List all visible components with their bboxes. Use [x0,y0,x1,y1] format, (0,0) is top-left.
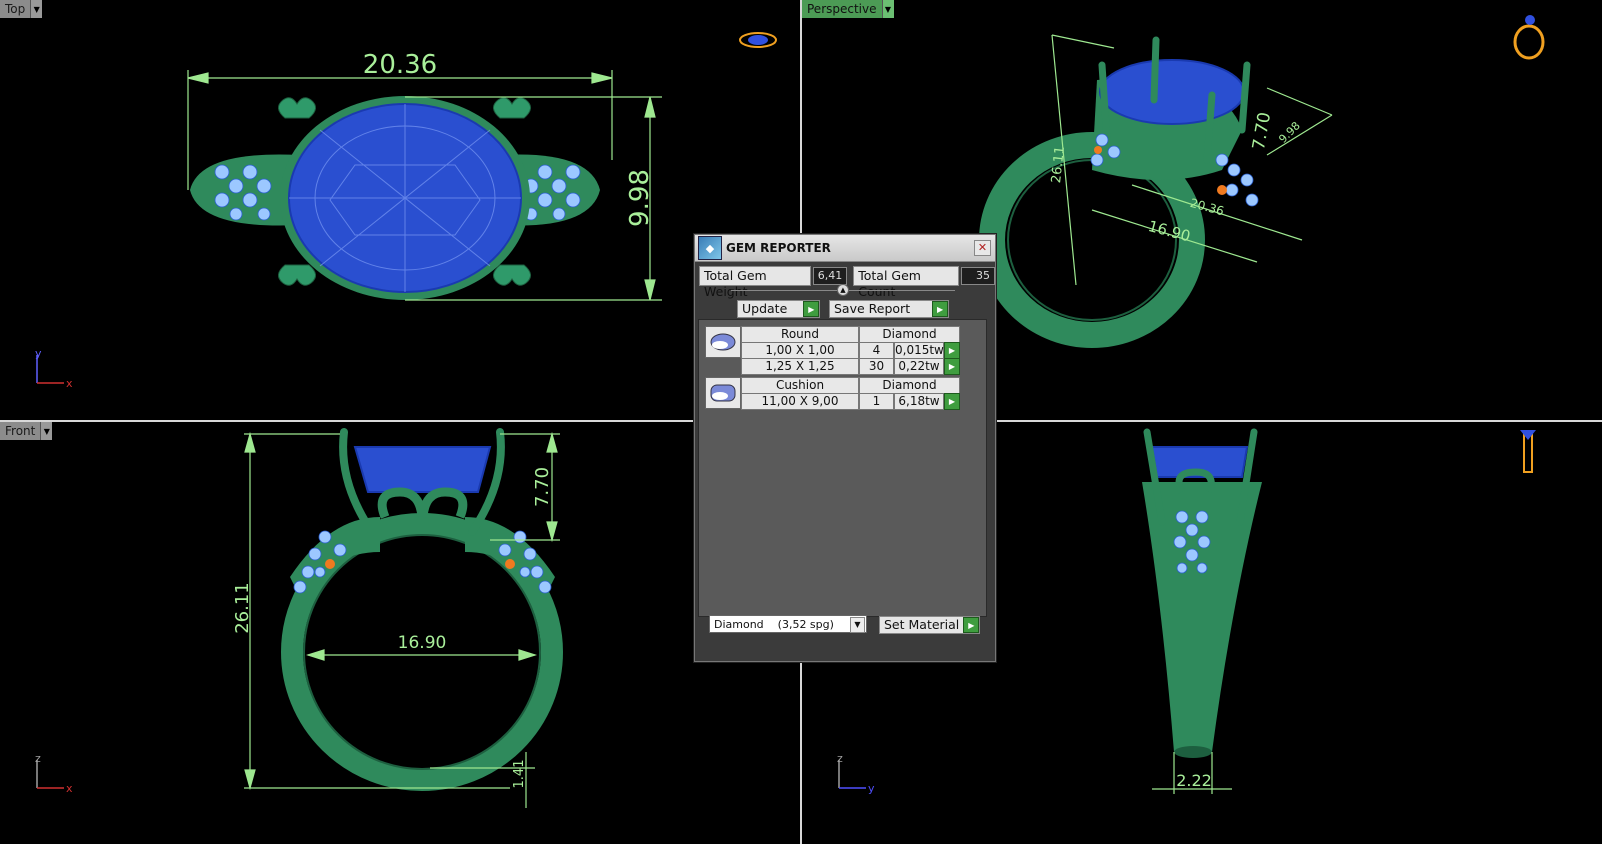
total-count-value: 35 [961,267,995,285]
gem-count: 1 [859,393,894,410]
dim-side-shank: 2.22 [1176,771,1212,790]
collapse-icon[interactable]: ▲ [837,284,849,296]
viewport-front-label: Front [0,422,41,440]
save-report-button[interactable]: Save Report ▶ [829,300,950,318]
play-icon: ▶ [963,617,980,633]
gem-shape: Cushion [741,377,859,394]
gem-material: Diamond [859,377,960,394]
svg-text:z: z [837,752,843,765]
total-count-label: Total Gem Count [853,266,960,299]
close-icon[interactable]: ✕ [974,240,991,256]
material-select[interactable]: Diamond (3,52 spg) ▼ [709,615,867,633]
gem-count: 4 [859,342,894,359]
set-material-button[interactable]: Set Material ▶ [879,616,981,634]
gem-shape: Round [741,326,859,343]
dim-persp-setting: 7.70 [1249,111,1275,152]
total-weight-label: Total Gem Weight [699,266,811,299]
gem-weight: 0,22tw [894,358,944,375]
material-select-value: Diamond (3,52 spg) [714,618,834,631]
play-icon: ▶ [932,301,949,317]
gem-reporter-dialog[interactable]: ◆ GEM REPORTER ✕ Total Gem Weight 6,41 T… [694,234,996,662]
update-button[interactable]: Update ▶ [737,300,821,318]
gem-reporter-icon: ◆ [698,236,722,260]
svg-text:x: x [66,377,73,390]
svg-text:z: z [35,752,41,765]
gem-size: 1,25 X 1,25 [741,358,859,375]
play-icon: ▶ [803,301,820,317]
totals-row: Total Gem Weight 6,41 Total Gem Count 35 [699,266,995,299]
chevron-down-icon[interactable]: ▼ [850,617,865,633]
chevron-down-icon[interactable]: ▼ [30,0,43,18]
dim-top-width: 20.36 [363,50,437,80]
viewport-perspective-menu[interactable]: Perspective ▼ [802,0,894,18]
viewport-front-menu[interactable]: Front ▼ [0,422,53,440]
select-gems-button[interactable]: ▶ [944,393,960,410]
viewport-top-menu[interactable]: Top ▼ [0,0,43,18]
svg-text:y: y [35,347,42,360]
gem-size: 11,00 X 9,00 [741,393,859,410]
gem-size: 1,00 X 1,00 [741,342,859,359]
ring-view-icon[interactable] [1513,15,1545,60]
svg-text:y: y [868,782,875,795]
gem-weight: 6,18tw [894,393,944,410]
viewport-perspective-label: Perspective [802,0,882,18]
axis-gizmo: y x [35,347,73,390]
update-button-label: Update [742,301,788,316]
gem-count: 30 [859,358,894,375]
dialog-titlebar[interactable]: ◆ GEM REPORTER ✕ [695,235,995,262]
dim-front-inner: 16.90 [398,633,447,653]
axis-gizmo: z y [837,752,875,795]
svg-text:x: x [66,782,73,795]
front-view-canvas: 26.11 7.70 16.90 1.41 z x [35,428,563,808]
top-view-canvas: 20.36 9.98 y x [35,32,777,390]
select-gems-button[interactable]: ▶ [944,342,960,359]
viewport-top[interactable]: 20.36 9.98 y x Top ▼ [0,0,800,420]
dim-top-height: 9.98 [625,169,655,227]
dim-front-shank: 1.41 [512,760,527,789]
dialog-title: GEM REPORTER [726,241,831,255]
viewport-front[interactable]: 26.11 7.70 16.90 1.41 z x Front ▼ [0,422,800,844]
chevron-down-icon[interactable]: ▼ [40,422,53,440]
gem-weight: 0,015tw [894,342,944,359]
dim-front-setting: 7.70 [532,467,553,507]
view-cube-icon[interactable] [739,32,777,48]
save-report-label: Save Report [834,301,911,316]
round-gem-icon [705,326,741,358]
chevron-down-icon[interactable]: ▼ [881,0,894,18]
select-gems-button[interactable]: ▶ [944,358,960,375]
dim-front-height: 26.11 [232,582,253,634]
viewport-top-label: Top [0,0,31,18]
set-material-label: Set Material [884,617,960,632]
axis-gizmo: z x [35,752,73,795]
side-view-icon[interactable] [1520,430,1536,473]
dim-persp-height: 26.11 [1049,145,1068,184]
gem-table: Round Diamond 1,00 X 1,00 4 0,015tw ▶ 1,… [698,319,987,617]
total-weight-value: 6,41 [812,267,848,285]
cushion-gem-icon [705,377,741,409]
gem-material: Diamond [859,326,960,343]
